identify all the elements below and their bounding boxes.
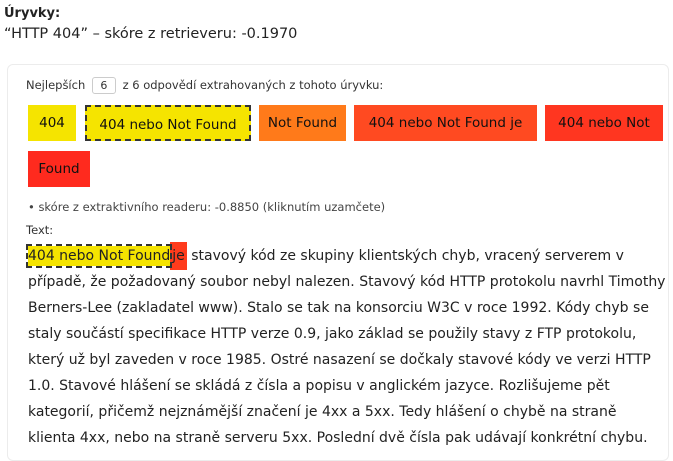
text-label: Text: <box>26 223 54 237</box>
answer-highlight: 404 nebo Not Found <box>25 244 173 268</box>
passage-body: stavový kód ze skupiny klientských chyb,… <box>28 248 666 446</box>
passage-text: 404 nebo Not Found je stavový kód ze skup… <box>25 242 668 451</box>
answer-chip[interactable]: 404 <box>28 105 76 141</box>
header: Úryvky: “HTTP 404” – skóre z retrieveru:… <box>4 6 297 42</box>
passage-card: Nejlepších 6 z 6 odpovědí extrahovaných … <box>7 64 669 461</box>
topn-prefix: Nejlepších <box>26 78 86 92</box>
top-answers-control: Nejlepších 6 z 6 odpovědí extrahovaných … <box>26 77 383 94</box>
answer-chip[interactable]: 404 nebo Not Found je <box>354 105 537 141</box>
answer-chip[interactable]: Not Found <box>259 105 346 141</box>
answer-chip[interactable]: 404 nebo Not <box>545 105 663 141</box>
section-title: Úryvky: <box>4 6 61 21</box>
topn-suffix: z 6 odpovědí extrahovaných z tohoto úryv… <box>122 78 384 92</box>
answer-chip-selected[interactable]: 404 nebo Not Found <box>85 105 251 141</box>
answer-highlight-extra: je <box>170 242 187 270</box>
topn-input[interactable]: 6 <box>91 77 116 94</box>
passage-title: “HTTP 404” – skóre z retrieveru: -0.1970 <box>4 26 298 42</box>
reader-score[interactable]: • skóre z extraktivního readeru: -0.8850… <box>28 200 385 214</box>
answer-chip[interactable]: Found <box>28 151 90 187</box>
